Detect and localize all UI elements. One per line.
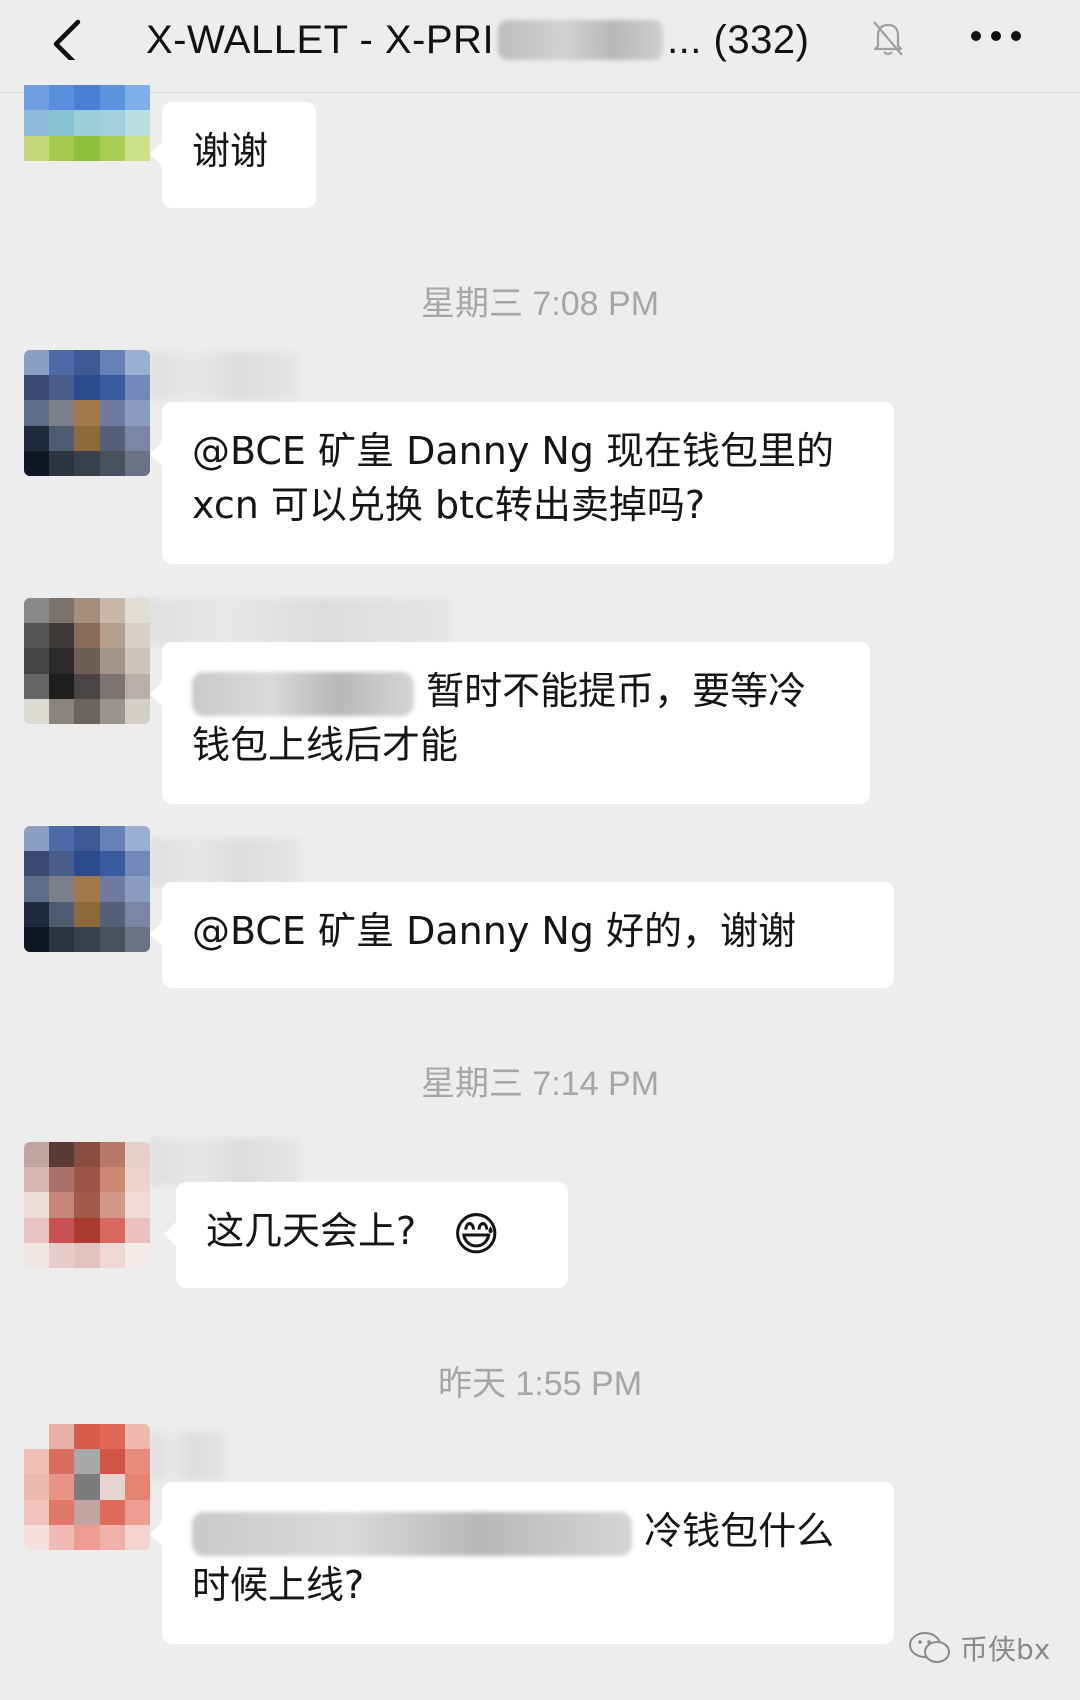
avatar[interactable] (24, 1142, 150, 1268)
more-dots-icon[interactable] (968, 22, 1024, 50)
message-text: 时候上线? (192, 1563, 365, 1607)
sender-name (150, 838, 300, 886)
sender-name (150, 1432, 226, 1480)
sender-name (150, 1138, 300, 1186)
redacted-mention (192, 671, 414, 716)
redacted-mention (192, 1511, 632, 1556)
message-text: @BCE 矿皇 Danny Ng 好的，谢谢 (192, 909, 797, 953)
message-bubble: 这几天会上? 😅 (164, 1182, 568, 1288)
message-bubble: 冷钱包什么 时候上线? (150, 1482, 894, 1644)
message-bubble: @BCE 矿皇 Danny Ng 现在钱包里的 xcn 可以兑换 btc转出卖掉… (150, 402, 894, 564)
message-text: 谢谢 (192, 129, 269, 173)
watermark: 币侠bx (908, 1628, 1050, 1668)
message-text: 冷钱包什么 (644, 1509, 835, 1553)
avatar[interactable] (24, 1424, 150, 1550)
timestamp: 星期三 7:08 PM (420, 285, 660, 323)
timestamp: 昨天 1:55 PM (437, 1365, 643, 1403)
chat-title-end: ... (332) (667, 17, 810, 62)
message-text: 这几天会上? (206, 1209, 417, 1253)
sender-name (130, 598, 450, 646)
watermark-text: 币侠bx (960, 1633, 1051, 1666)
grinning-sweat-emoji-icon: 😅 (452, 1206, 501, 1261)
timestamp: 星期三 7:14 PM (420, 1065, 660, 1103)
message-bubble: @BCE 矿皇 Danny Ng 好的，谢谢 (150, 882, 894, 988)
chat-title-start: X-WALLET - X-PRI (146, 17, 495, 62)
message-bubble: 暂时不能提币，要等冷钱包上线后才能 (150, 642, 870, 804)
avatar[interactable] (24, 826, 150, 952)
avatar[interactable] (24, 350, 150, 476)
avatar[interactable] (24, 598, 150, 724)
avatar[interactable] (24, 60, 150, 186)
sender-name (150, 352, 298, 400)
chat-header: X-WALLET - X-PRI ... (332) (0, 0, 1080, 93)
message-bubble: 谢谢 (150, 102, 316, 208)
redacted-title-part (498, 20, 664, 60)
muted-bell-icon (873, 21, 903, 56)
wechat-icon (909, 1632, 950, 1663)
message-text: @BCE 矿皇 Danny Ng 现在钱包里的 xcn 可以兑换 btc转出卖掉… (192, 429, 835, 527)
chat-title: X-WALLET - X-PRI ... (332) (146, 10, 809, 70)
